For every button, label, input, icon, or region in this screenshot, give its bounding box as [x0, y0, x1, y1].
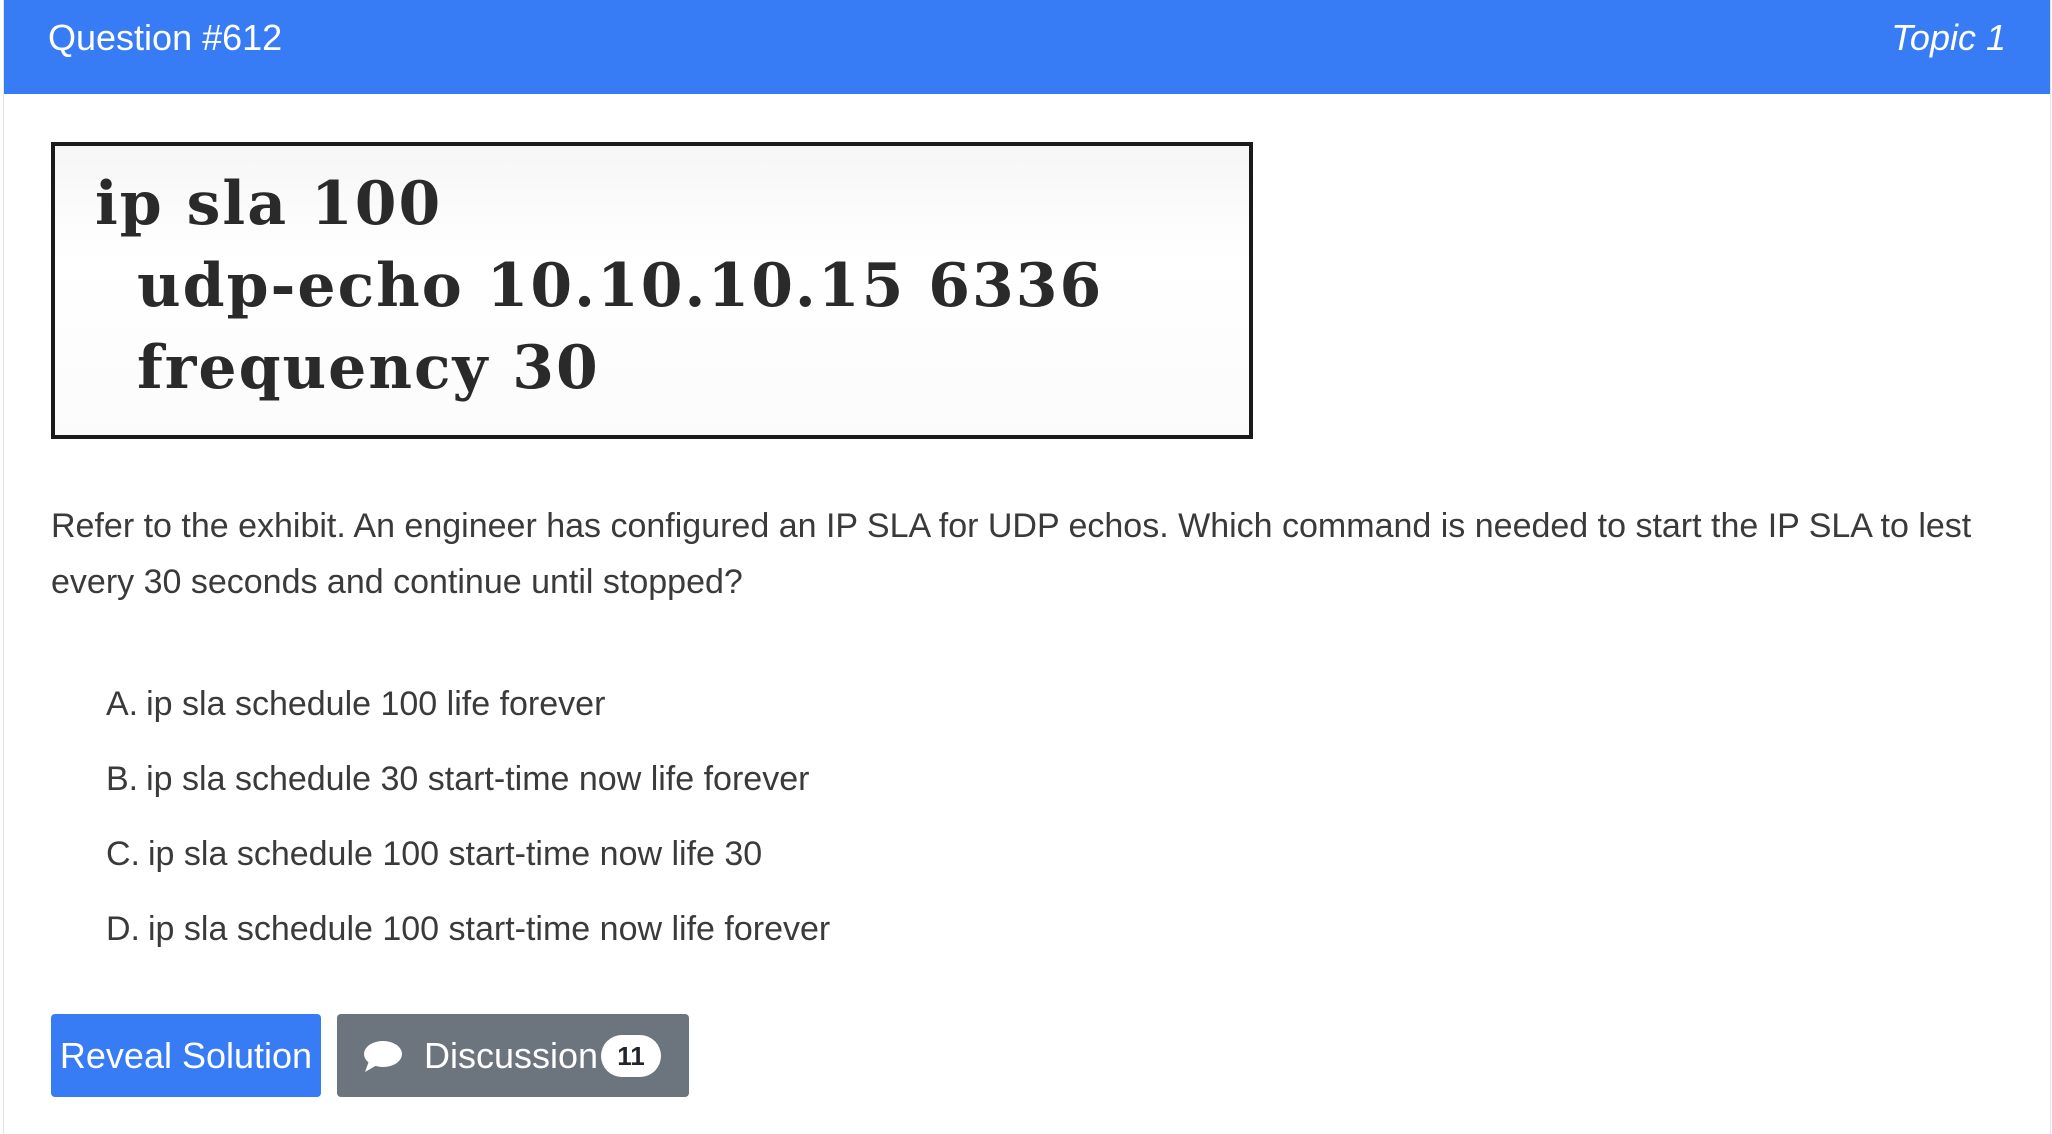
discussion-count-badge: 11	[601, 1035, 661, 1077]
exhibit-image: ip sla 100 udp-echo 10.10.10.15 6336 fre…	[51, 142, 1253, 439]
exhibit-line: frequency 30	[137, 333, 600, 403]
choice-text: ip sla schedule 100 start-time now life …	[148, 910, 831, 948]
choice-a[interactable]: A. ip sla schedule 100 life forever	[106, 680, 605, 728]
reveal-solution-button[interactable]: Reveal Solution	[51, 1014, 321, 1097]
choice-letter: D.	[106, 910, 140, 948]
choice-letter: A.	[106, 685, 139, 723]
exhibit-line: ip sla 100	[95, 169, 443, 239]
question-text: Refer to the exhibit. An engineer has co…	[51, 507, 1972, 601]
choice-c[interactable]: C. ip sla schedule 100 start-time now lif…	[106, 830, 762, 878]
choice-text: ip sla schedule 100 start-time now life …	[148, 835, 763, 873]
question-number: Question #612	[48, 17, 283, 58]
chat-bubble-icon	[364, 1041, 402, 1072]
choice-d[interactable]: D. ip sla schedule 100 start-time now lif…	[106, 905, 830, 953]
choice-text: ip sla schedule 30 start-time now life f…	[146, 760, 810, 798]
choice-letter: B.	[106, 760, 139, 798]
question-header: Question #612 Topic 1	[4, 0, 2050, 94]
discussion-label: Discussion	[424, 1035, 599, 1076]
discussion-button[interactable]: Discussion 11	[337, 1014, 689, 1097]
choice-letter: C.	[106, 835, 140, 873]
topic-label: Topic 1	[1891, 17, 2006, 58]
choice-b[interactable]: B. ip sla schedule 30 start-time now life…	[106, 755, 809, 803]
question-card: Question #612 Topic 1 ip sla 100 udp-ech…	[3, 0, 2051, 1134]
exhibit-line: udp-echo 10.10.10.15 6336	[137, 251, 1104, 321]
choice-text: ip sla schedule 100 life forever	[146, 685, 606, 723]
